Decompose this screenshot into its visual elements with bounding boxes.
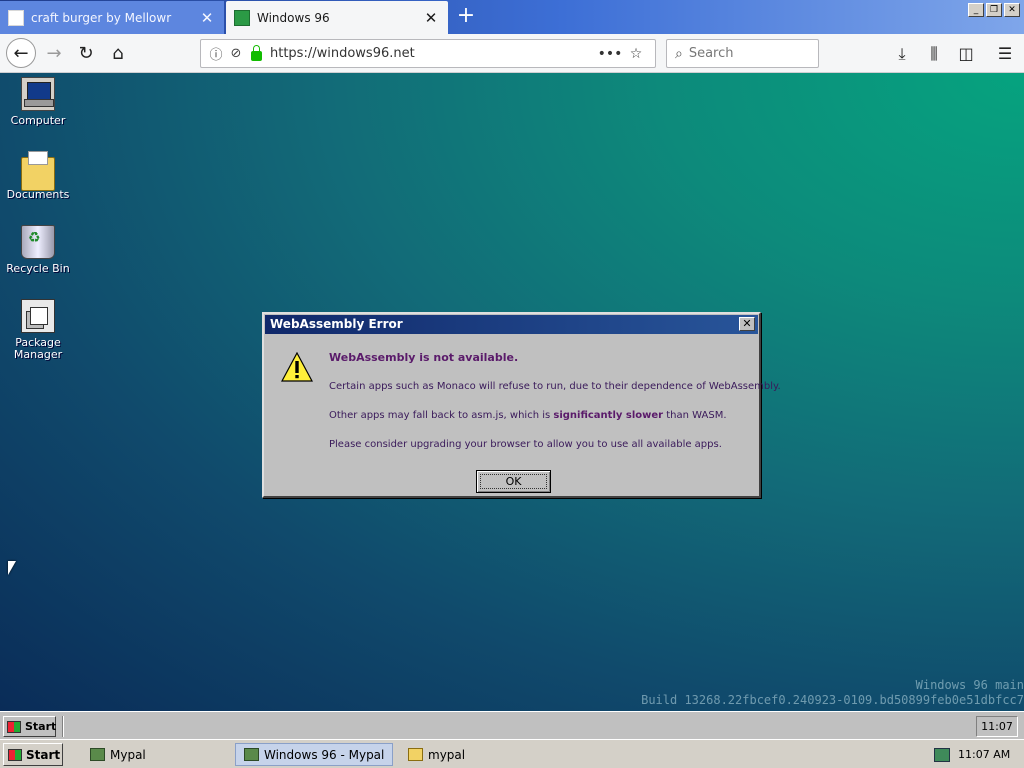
folder-icon xyxy=(21,151,55,191)
taskbar-item-mypal[interactable]: Mypal xyxy=(82,743,222,766)
dialog-line-2-pre: Other apps may fall back to asm.js, whic… xyxy=(329,410,554,421)
system-tray: 11:07 AM xyxy=(934,743,1020,766)
tracking-protection-icon[interactable]: ⊘ xyxy=(227,46,245,61)
tab-title: craft burger by Mellowr xyxy=(31,10,172,25)
dialog-title-bar[interactable]: WebAssembly Error ✕ xyxy=(265,315,758,334)
new-tab-button[interactable]: + xyxy=(454,5,478,29)
site-info-icon[interactable]: ⓘ xyxy=(207,44,225,63)
lock-icon xyxy=(251,44,262,61)
desktop-icon-recycle-bin[interactable]: Recycle Bin xyxy=(0,225,76,275)
search-placeholder: Search xyxy=(688,46,734,61)
page-actions-icon[interactable]: ••• xyxy=(597,46,623,62)
package-manager-icon xyxy=(21,299,55,333)
start-label: Start xyxy=(25,720,57,733)
webassembly-error-dialog: WebAssembly Error ✕ WebAssembly is not a… xyxy=(262,312,781,498)
tab-close-icon[interactable]: ✕ xyxy=(198,9,216,27)
home-button[interactable]: ⌂ xyxy=(104,39,132,67)
taskbar-divider xyxy=(62,716,64,737)
dialog-line-3: Please consider upgrading your browser t… xyxy=(329,439,722,450)
taskbar-item-label: Windows 96 - Mypal xyxy=(264,747,385,762)
restore-button[interactable]: ❐ xyxy=(986,3,1002,17)
dialog-close-button[interactable]: ✕ xyxy=(739,317,755,331)
windows96-clock: 11:07 xyxy=(976,716,1018,737)
start-logo-icon xyxy=(7,720,21,733)
host-taskbar: Start Mypal Windows 96 - Mypal mypal 11:… xyxy=(0,739,1024,768)
page-favicon-icon xyxy=(8,9,24,26)
address-bar[interactable]: ⓘ ⊘ https://windows96.net ••• ☆ xyxy=(200,39,656,68)
back-button[interactable]: ← xyxy=(6,38,36,68)
windows96-taskbar: Start 11:07 xyxy=(0,711,1024,739)
taskbar-item-mypal-folder[interactable]: mypal xyxy=(400,743,550,766)
mypal-app-icon xyxy=(90,748,105,761)
desktop-icon-label: Recycle Bin xyxy=(6,262,70,275)
browser-nav-bar: ← → ↻ ⌂ ⓘ ⊘ https://windows96.net ••• ☆ … xyxy=(0,34,1024,73)
taskbar-item-windows96-mypal[interactable]: Windows 96 - Mypal xyxy=(235,743,393,766)
desktop-icon-label: Computer xyxy=(10,114,66,127)
forward-button[interactable]: → xyxy=(40,39,68,67)
tab-windows-96[interactable]: Windows 96 ✕ xyxy=(226,1,448,34)
dialog-line-2-bold: significantly slower xyxy=(553,410,664,421)
dialog-title: WebAssembly Error xyxy=(270,317,403,331)
desktop-icon-package-manager[interactable]: Package Manager xyxy=(0,299,76,361)
bookmark-star-icon[interactable]: ☆ xyxy=(623,46,649,62)
reload-icon: ↻ xyxy=(78,42,94,64)
browser-tab-bar: craft burger by Mellowr ✕ Windows 96 ✕ +… xyxy=(0,0,1024,34)
start-logo-icon xyxy=(8,748,22,761)
minimize-button[interactable]: _ xyxy=(968,3,984,17)
ok-button[interactable]: OK xyxy=(476,470,551,493)
desktop-icon-computer[interactable]: Computer xyxy=(0,77,76,127)
url-text[interactable]: https://windows96.net xyxy=(270,46,597,61)
start-label: Start xyxy=(26,747,61,762)
dialog-line-2: Other apps may fall back to asm.js, whic… xyxy=(329,410,749,421)
taskbar-item-label: Mypal xyxy=(110,747,146,762)
folder-icon xyxy=(408,748,423,761)
recycle-bin-icon xyxy=(21,225,55,259)
mypal-app-icon xyxy=(244,748,259,761)
host-start-button[interactable]: Start xyxy=(3,743,63,766)
sidebar-icon[interactable]: ◫ xyxy=(954,42,978,66)
menu-icon[interactable]: ☰ xyxy=(993,42,1017,66)
dialog-line-2-post: than WASM. xyxy=(663,410,727,421)
dialog-message: WebAssembly is not available. Certain ap… xyxy=(329,351,781,468)
build-watermark-line2: Build 13268.22fbcef0.240923-0109.bd50899… xyxy=(641,693,1024,707)
library-icon[interactable]: ⫼ xyxy=(922,42,946,66)
desktop-icon-label: Package Manager xyxy=(13,336,63,361)
dialog-heading: WebAssembly is not available. xyxy=(329,351,519,364)
computer-icon xyxy=(21,77,55,111)
network-tray-icon[interactable] xyxy=(934,747,950,762)
tab-title: Windows 96 xyxy=(257,10,330,25)
search-icon: ⌕ xyxy=(675,45,683,62)
desktop-icon-documents[interactable]: Documents xyxy=(0,151,76,201)
back-arrow-icon: ← xyxy=(13,42,29,64)
tab-close-icon[interactable]: ✕ xyxy=(422,9,440,27)
taskbar-item-label: mypal xyxy=(428,747,466,762)
forward-arrow-icon: → xyxy=(46,42,62,64)
window-controls: _ ❐ ✕ xyxy=(968,3,1020,17)
close-window-button[interactable]: ✕ xyxy=(1004,3,1020,17)
home-icon: ⌂ xyxy=(112,42,124,64)
windows96-start-button[interactable]: Start xyxy=(3,716,56,737)
downloads-icon[interactable]: ⤓ xyxy=(890,42,914,66)
search-input[interactable]: ⌕ Search xyxy=(666,39,819,68)
dialog-line-1: Certain apps such as Monaco will refuse … xyxy=(329,381,781,392)
windows96-favicon-icon xyxy=(234,9,250,26)
reload-button[interactable]: ↻ xyxy=(72,39,100,67)
warning-icon xyxy=(281,352,313,382)
tab-craft-burger[interactable]: craft burger by Mellowr ✕ xyxy=(0,1,224,34)
host-clock[interactable]: 11:07 AM xyxy=(958,748,1010,761)
mouse-cursor-icon xyxy=(8,561,16,575)
build-watermark-line1: Windows 96 main xyxy=(915,678,1024,692)
